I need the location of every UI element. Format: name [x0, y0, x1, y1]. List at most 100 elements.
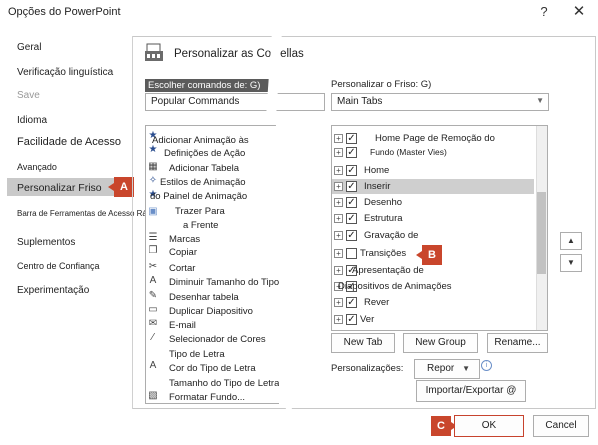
nav-item-geral[interactable]: Geral	[17, 42, 41, 53]
tree-item-label[interactable]: Desenho	[364, 197, 402, 208]
tree-item-label[interactable]: Inserir	[364, 181, 390, 192]
tab-checkbox[interactable]: ✓	[346, 230, 357, 241]
customize-ribbon-select[interactable]: Main Tabs ▼	[331, 93, 549, 111]
expand-icon[interactable]: +	[334, 166, 343, 175]
list-item[interactable]: Estilos de Animação	[160, 177, 246, 188]
draw-table-icon: ✎	[148, 290, 158, 301]
ok-button[interactable]: OK	[454, 415, 524, 437]
expand-icon[interactable]: +	[334, 182, 343, 191]
cancel-button[interactable]: Cancel	[533, 415, 589, 437]
customize-ribbon-value: Main Tabs	[337, 96, 383, 107]
tree-item-label[interactable]: Fundo (Master Vies)	[370, 147, 447, 157]
chevron-down-icon: ▼	[536, 96, 544, 105]
nav-item-suplementos[interactable]: Suplementos	[17, 237, 75, 248]
tree-item-label[interactable]: Ver	[360, 314, 374, 325]
eyedropper-icon: ⁄	[152, 332, 154, 343]
font-color-icon: A	[149, 360, 157, 371]
list-item[interactable]: Definições de Ação	[164, 148, 245, 159]
ribbon-customize-icon	[144, 42, 166, 64]
tree-row-selected[interactable]	[332, 179, 534, 194]
move-up-button[interactable]: ▲	[560, 232, 582, 250]
tree-item-label[interactable]: Apresentação de	[352, 265, 424, 276]
chevron-down-icon: ▼	[462, 364, 470, 373]
animation-styles-icon: ✧	[148, 175, 158, 186]
list-item[interactable]: Tipo de Letra	[169, 349, 225, 360]
move-down-button[interactable]: ▼	[560, 254, 582, 272]
choose-commands-select[interactable]: Popular Commands	[145, 93, 325, 111]
copy-icon: ❐	[148, 245, 158, 256]
list-item[interactable]: Formatar Fundo...	[169, 392, 245, 403]
tree-item-label[interactable]: Rever	[364, 297, 389, 308]
list-item[interactable]: Trazer Para	[175, 206, 225, 217]
expand-icon[interactable]: +	[334, 266, 343, 275]
list-item[interactable]: Tamanho do Tipo de Letra	[169, 378, 279, 389]
new-group-button[interactable]: New Group	[403, 333, 478, 353]
nav-item-centro-confianca[interactable]: Centro de Confiança	[17, 261, 100, 271]
list-item[interactable]: Adicionar Tabela	[169, 163, 239, 174]
expand-icon[interactable]: +	[334, 198, 343, 207]
list-item[interactable]: Cor do Tipo de Letra	[169, 363, 256, 374]
list-item[interactable]: do Painel de Animação	[150, 191, 247, 202]
callout-c: C	[431, 416, 457, 436]
tree-item-label[interactable]: Estrutura	[364, 213, 403, 224]
expand-icon[interactable]: +	[334, 298, 343, 307]
customize-ribbon-label: Personalizar o Friso: G)	[331, 79, 432, 90]
tree-item-label[interactable]: Transições	[360, 248, 406, 259]
star-animation-icon: ★	[148, 144, 158, 155]
tab-checkbox[interactable]: ✓	[346, 314, 357, 325]
import-export-button[interactable]: Importar/Exportar @	[416, 380, 526, 402]
reset-label: Repor	[427, 363, 455, 374]
nav-item-experimentacao[interactable]: Experimentação	[17, 285, 89, 296]
tab-checkbox[interactable]: ✓	[346, 147, 357, 158]
tab-checkbox[interactable]: ✓	[346, 165, 357, 176]
tab-checkbox[interactable]	[346, 248, 357, 259]
nav-item-save[interactable]: Save	[17, 90, 40, 101]
tab-checkbox[interactable]: ✓	[346, 197, 357, 208]
customizations-label: Personalizações:	[331, 363, 404, 374]
list-item[interactable]: a Frente	[183, 220, 218, 231]
expand-icon[interactable]: +	[334, 148, 343, 157]
nav-item-verificacao[interactable]: Verificação linguística	[17, 67, 113, 78]
triangle-up-icon: ▲	[567, 236, 575, 245]
list-item[interactable]: Selecionador de Cores	[169, 334, 266, 345]
info-icon[interactable]: i	[481, 360, 492, 371]
new-tab-button[interactable]: New Tab	[331, 333, 395, 353]
reset-dropdown-button[interactable]: Repor ▼	[414, 359, 480, 379]
list-item[interactable]: Desenhar tabela	[169, 292, 239, 303]
duplicate-slide-icon: ▭	[148, 304, 158, 315]
rename-button[interactable]: Rename...	[487, 333, 548, 353]
tree-item-label[interactable]: Diapositivos de Animações	[338, 281, 452, 292]
nav-item-personalizar-friso[interactable]: Personalizar Friso	[17, 182, 102, 194]
tab-checkbox[interactable]: ✓	[346, 181, 357, 192]
tab-checkbox[interactable]: ✓	[346, 213, 357, 224]
list-item[interactable]: Duplicar Diapositivo	[169, 306, 253, 317]
nav-item-idioma[interactable]: Idioma	[17, 115, 47, 126]
expand-icon[interactable]: +	[334, 214, 343, 223]
triangle-down-icon: ▼	[567, 258, 575, 267]
commands-list[interactable]: ★ Adicionar Animação às ★ Definições de …	[145, 125, 279, 404]
expand-icon[interactable]: +	[334, 231, 343, 240]
list-item[interactable]: Cortar	[169, 263, 195, 274]
list-item[interactable]: Diminuir Tamanho do Tipo de Letra	[169, 277, 279, 288]
tree-item-label[interactable]: Gravação de	[364, 230, 418, 241]
list-item[interactable]: Adicionar Animação às	[152, 135, 249, 146]
expand-icon[interactable]: +	[334, 315, 343, 324]
title-bar: Opções do PowerPoint ? ✕	[0, 0, 598, 26]
expand-icon[interactable]: +	[334, 134, 343, 143]
callout-a: A	[108, 177, 134, 197]
tree-item-label[interactable]: Home	[364, 165, 389, 176]
tab-checkbox[interactable]: ✓	[346, 133, 357, 144]
tree-item-label[interactable]: Home Page de Remoção do	[375, 133, 495, 144]
list-item[interactable]: E-mail	[169, 320, 196, 331]
nav-item-acessibilidade[interactable]: Facilidade de Acesso	[17, 136, 121, 148]
expand-icon[interactable]: +	[334, 249, 343, 258]
tab-checkbox[interactable]: ✓	[346, 297, 357, 308]
list-item[interactable]: Marcas	[169, 234, 200, 245]
close-button[interactable]: ✕	[571, 2, 587, 20]
nav-item-avancado[interactable]: Avançado	[17, 162, 57, 172]
bring-forward-icon: ▣	[148, 206, 158, 217]
list-item[interactable]: Copiar	[169, 247, 197, 258]
tree-scrollbar-thumb[interactable]	[537, 192, 546, 274]
help-button[interactable]: ?	[537, 4, 551, 19]
format-background-icon: ▧	[148, 390, 158, 401]
